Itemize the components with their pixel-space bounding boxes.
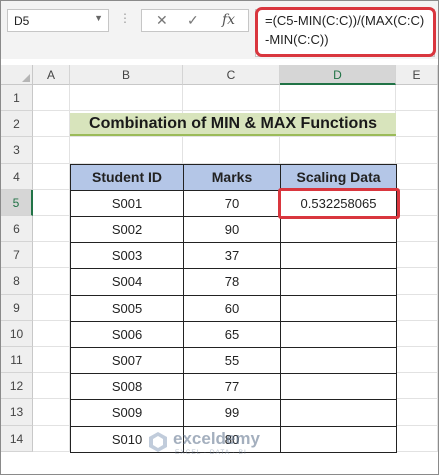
cell-student-id[interactable]: S006	[70, 320, 184, 348]
cell-marks[interactable]: 60	[183, 294, 281, 322]
formula-buttons: ✕ ✓ fx	[141, 9, 249, 32]
row-header-9[interactable]: 9	[1, 294, 33, 321]
cell-scaling-data[interactable]	[280, 268, 397, 296]
cell-scaling-data[interactable]	[280, 242, 397, 270]
gridline-horizontal	[33, 136, 438, 138]
cell-student-id[interactable]: S009	[70, 399, 184, 427]
cell-student-id[interactable]: S001	[70, 189, 184, 217]
cell-student-id[interactable]: S008	[70, 373, 184, 401]
row-header-7[interactable]: 7	[1, 242, 33, 269]
cell-marks[interactable]: 77	[183, 373, 281, 401]
chevron-down-icon[interactable]: ▼	[94, 13, 103, 23]
row-header-14[interactable]: 14	[1, 425, 33, 452]
cell-scaling-data[interactable]	[280, 347, 397, 375]
exceldemy-logo-icon	[149, 432, 167, 452]
more-icon[interactable]: ⋮	[119, 11, 132, 25]
row-header-13[interactable]: 13	[1, 399, 33, 426]
cell-student-id[interactable]: S005	[70, 294, 184, 322]
cell-marks[interactable]: 55	[183, 347, 281, 375]
watermark-tagline: EXCEL · DATA · BI	[175, 449, 247, 456]
cell-student-id[interactable]: S002	[70, 216, 184, 244]
watermark-name: exceldemy	[173, 429, 260, 448]
cell-scaling-data[interactable]	[280, 320, 397, 348]
select-all-corner[interactable]	[1, 65, 33, 85]
column-header-a[interactable]: A	[33, 65, 70, 85]
name-box[interactable]: D5 ▼	[7, 9, 109, 32]
cell-scaling-data[interactable]	[280, 399, 397, 427]
gridline-vertical	[437, 85, 438, 452]
cell-scaling-data[interactable]	[280, 216, 397, 244]
header-student-id: Student ID	[70, 163, 184, 191]
name-box-value: D5	[14, 14, 30, 28]
cancel-icon[interactable]: ✕	[156, 12, 168, 29]
row-header-5[interactable]: 5	[1, 189, 33, 216]
formula-highlight	[255, 7, 436, 57]
enter-icon[interactable]: ✓	[187, 12, 199, 29]
formula-bar: D5 ▼ ⋮ ✕ ✓ fx =(C5-MIN(C:C))/(MAX(C:C) -…	[1, 1, 438, 59]
cell-marks[interactable]: 37	[183, 242, 281, 270]
header-marks: Marks	[183, 163, 281, 191]
cell-marks[interactable]: 70	[183, 189, 281, 217]
row-header-6[interactable]: 6	[1, 216, 33, 243]
cell-marks[interactable]: 78	[183, 268, 281, 296]
row-header-12[interactable]: 12	[1, 373, 33, 400]
cell-marks[interactable]: 90	[183, 216, 281, 244]
watermark: exceldemy EXCEL · DATA · BI	[147, 429, 297, 459]
cell-student-id[interactable]: S007	[70, 347, 184, 375]
row-header-1[interactable]: 1	[1, 85, 33, 112]
row-header-2[interactable]: 2	[1, 111, 33, 138]
column-header-e[interactable]: E	[396, 65, 438, 85]
column-header-c[interactable]: C	[183, 65, 280, 85]
row-header-11[interactable]: 11	[1, 347, 33, 374]
cell-scaling-data[interactable]	[280, 294, 397, 322]
cell-marks[interactable]: 99	[183, 399, 281, 427]
row-header-4[interactable]: 4	[1, 163, 33, 190]
sheet-title: Combination of MIN & MAX Functions	[70, 113, 396, 137]
header-scaling-data: Scaling Data	[280, 163, 397, 191]
cell-student-id[interactable]: S003	[70, 242, 184, 270]
active-cell-highlight	[278, 187, 400, 219]
row-header-3[interactable]: 3	[1, 137, 33, 164]
gridline-horizontal	[33, 110, 438, 112]
column-header-b[interactable]: B	[70, 65, 183, 85]
column-header-d[interactable]: D	[280, 65, 396, 85]
row-header-8[interactable]: 8	[1, 268, 33, 295]
excel-window: D5 ▼ ⋮ ✕ ✓ fx =(C5-MIN(C:C))/(MAX(C:C) -…	[0, 0, 439, 475]
row-header-10[interactable]: 10	[1, 320, 33, 347]
insert-function-icon[interactable]: fx	[222, 12, 235, 28]
cell-scaling-data[interactable]	[280, 425, 397, 453]
cell-student-id[interactable]: S004	[70, 268, 184, 296]
cell-scaling-data[interactable]	[280, 373, 397, 401]
cell-marks[interactable]: 65	[183, 320, 281, 348]
